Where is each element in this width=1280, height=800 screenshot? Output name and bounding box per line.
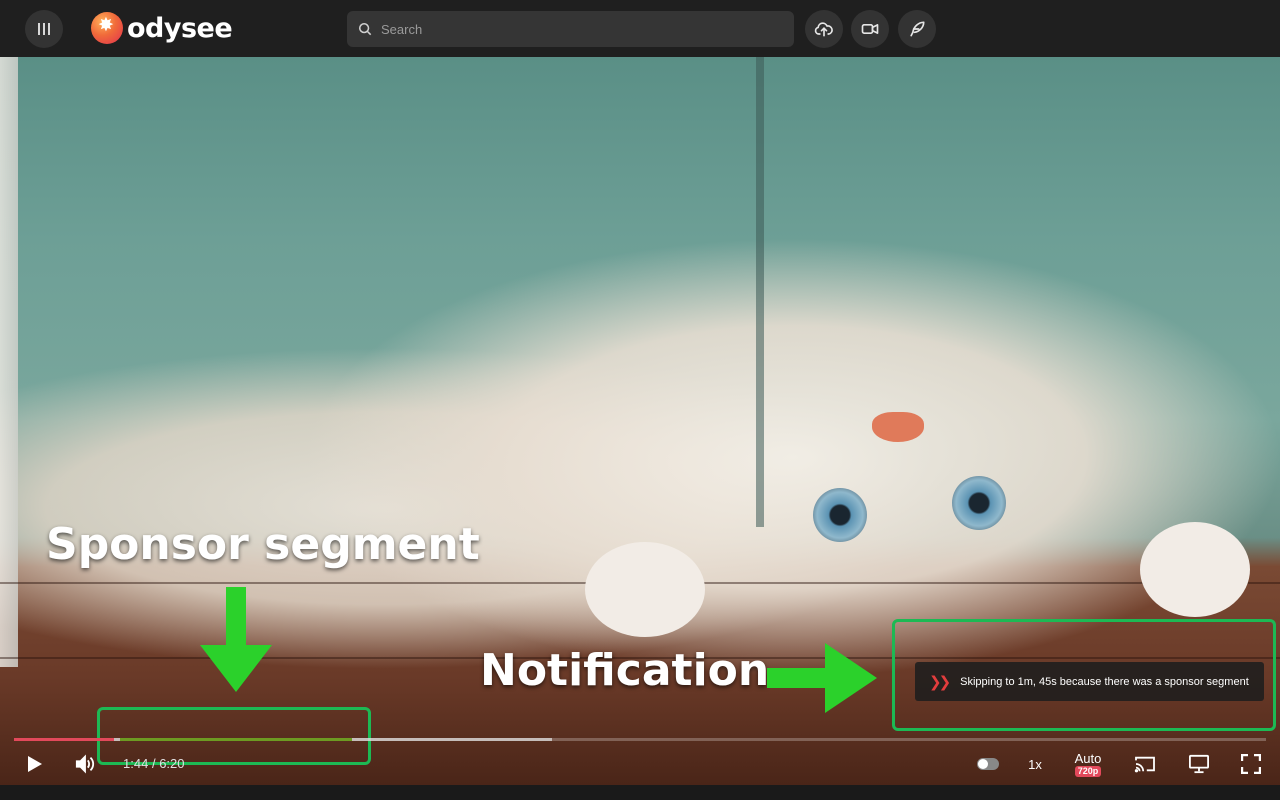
current-time: 1:44	[123, 756, 149, 771]
play-icon	[28, 756, 42, 772]
wall-seam	[756, 57, 764, 527]
autoplay-toggle[interactable]	[976, 746, 1000, 782]
cast-button[interactable]	[1132, 746, 1158, 782]
search-bar[interactable]	[347, 11, 794, 47]
notification-label: Notification	[480, 645, 770, 696]
quality-label: Auto	[1074, 750, 1102, 766]
brand-name: odysee	[127, 12, 233, 44]
volume-icon	[75, 754, 95, 774]
skip-chevrons-icon: ❯❯	[929, 673, 951, 691]
volume-button[interactable]	[72, 746, 98, 782]
fullscreen-icon	[1241, 754, 1261, 774]
sponsor-segment-label: Sponsor segment	[46, 519, 480, 570]
quality-button[interactable]: Auto 720p	[1068, 746, 1108, 782]
time-separator: /	[151, 756, 156, 771]
player-controls: 1:44 / 6:20 1x Auto 720p	[0, 746, 1280, 782]
page-bottom-strip	[0, 785, 1280, 800]
video-player[interactable]: Sponsor segment Notification ❯❯ Skipping…	[0, 57, 1280, 785]
cat-nose	[872, 412, 924, 442]
duration: 6:20	[159, 756, 185, 771]
sponsor-segment-bar	[120, 738, 353, 741]
toggle-switch-icon	[977, 758, 999, 770]
seek-bar[interactable]	[14, 738, 1266, 741]
cat-eye-right	[952, 476, 1006, 530]
upload-icon	[814, 22, 833, 37]
go-live-button[interactable]	[851, 10, 889, 48]
search-icon	[358, 22, 372, 36]
arrow-right-icon	[767, 643, 877, 713]
upload-button[interactable]	[805, 10, 843, 48]
menu-button[interactable]	[25, 10, 63, 48]
top-header: odysee	[0, 0, 1280, 57]
wall-edge	[0, 57, 18, 667]
cat-paw	[1140, 522, 1250, 617]
video-camera-icon	[861, 24, 879, 35]
skip-notification-message: Skipping to 1m, 45s because there was a …	[960, 675, 1249, 688]
cat-eye-left	[813, 488, 867, 542]
theater-mode-button[interactable]	[1186, 746, 1212, 782]
cast-icon	[1134, 756, 1155, 773]
quality-badge: 720p	[1074, 765, 1102, 777]
monitor-icon	[1189, 754, 1209, 774]
play-button[interactable]	[22, 746, 48, 782]
time-display: 1:44 / 6:20	[123, 756, 185, 771]
playback-speed: 1x	[1028, 756, 1042, 772]
odysee-logo-icon	[91, 12, 123, 44]
cat-paw	[585, 542, 705, 637]
menu-icon	[38, 23, 50, 35]
skip-notification: ❯❯ Skipping to 1m, 45s because there was…	[915, 662, 1264, 701]
feather-pen-icon	[910, 21, 925, 37]
arrow-down-icon	[200, 587, 272, 692]
playback-speed-button[interactable]: 1x	[1022, 746, 1048, 782]
create-post-button[interactable]	[898, 10, 936, 48]
search-input[interactable]	[381, 21, 761, 37]
fullscreen-button[interactable]	[1238, 746, 1264, 782]
played-bar	[14, 738, 115, 741]
odysee-logo[interactable]: odysee	[91, 12, 233, 44]
